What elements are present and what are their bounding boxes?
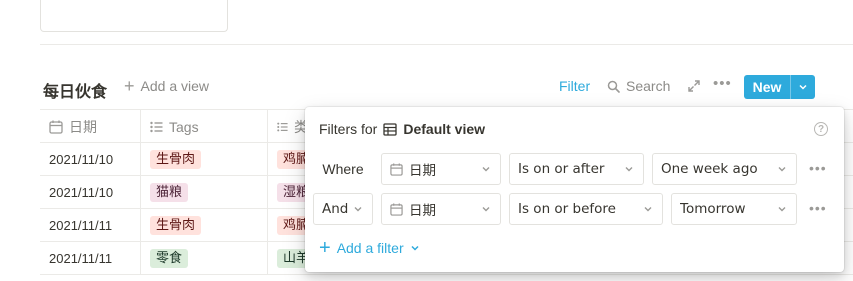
- add-view-label: Add a view: [140, 78, 209, 94]
- type-cell[interactable]: 鸡腩: [268, 209, 308, 241]
- chevron-down-icon: [411, 245, 419, 251]
- tag-badge: 鸡腩: [277, 215, 308, 235]
- calendar-icon: [49, 120, 63, 134]
- filter-condition-value: Is on or after: [518, 161, 605, 177]
- calendar-icon: [390, 202, 403, 216]
- tag-badge: 湿粮: [277, 182, 308, 202]
- search-label: Search: [626, 78, 671, 94]
- top-card: [40, 0, 228, 32]
- tag-badge: 山羊: [277, 248, 308, 268]
- expand-icon[interactable]: [688, 80, 700, 92]
- filter-button[interactable]: Filter: [559, 78, 590, 94]
- column-header-type[interactable]: 类: [268, 110, 308, 143]
- filter-connector-select[interactable]: And: [313, 193, 373, 225]
- search-icon: [607, 80, 620, 93]
- filter-connector-value: And: [322, 201, 349, 217]
- chevron-down-icon: [480, 163, 492, 175]
- date-cell[interactable]: 2021/11/11: [40, 242, 141, 274]
- type-cell[interactable]: 山羊: [268, 242, 308, 274]
- database-title[interactable]: 每日伙食: [43, 78, 107, 102]
- chevron-down-icon: [776, 163, 788, 175]
- tag-badge: 生骨肉: [150, 215, 202, 235]
- new-button[interactable]: New: [744, 75, 815, 99]
- date-cell[interactable]: 2021/11/11: [40, 209, 141, 241]
- help-icon[interactable]: ?: [814, 122, 828, 136]
- tags-cell[interactable]: 零食: [141, 242, 268, 274]
- column-header-tags[interactable]: Tags: [141, 110, 268, 143]
- filter-property-value: 日期: [409, 163, 436, 179]
- filter-condition-value: Is on or before: [518, 201, 616, 217]
- filter-value-value: Tomorrow: [680, 201, 746, 217]
- filter-connector-label: Where: [322, 161, 364, 177]
- view-name: Default view: [403, 121, 486, 137]
- chevron-down-icon: [776, 203, 788, 215]
- filter-condition-select[interactable]: Is on or before: [509, 193, 663, 225]
- add-view-button[interactable]: + Add a view: [124, 77, 209, 95]
- filter-row-more-icon[interactable]: •••: [809, 201, 827, 215]
- popover-title: Filters for Default view: [319, 121, 485, 137]
- date-cell[interactable]: 2021/11/10: [40, 176, 141, 208]
- filter-condition-select[interactable]: Is on or after: [509, 153, 644, 185]
- list-icon: [150, 121, 163, 132]
- more-options-icon[interactable]: •••: [713, 75, 732, 92]
- search-button[interactable]: Search: [607, 78, 670, 94]
- filter-row-more-icon[interactable]: •••: [809, 161, 827, 175]
- filter-value-select[interactable]: One week ago: [652, 153, 797, 185]
- tag-badge: 猫粮: [150, 182, 189, 202]
- filter-property-select[interactable]: 日期: [381, 153, 501, 185]
- filter-property-value: 日期: [409, 203, 436, 219]
- type-cell[interactable]: 湿粮: [268, 176, 308, 208]
- table-view-icon: [383, 122, 397, 136]
- filter-value-value: One week ago: [661, 161, 758, 177]
- column-label: 日期: [69, 118, 97, 135]
- list-icon: [277, 122, 288, 131]
- chevron-down-icon: [642, 203, 654, 215]
- tag-badge: 生骨肉: [150, 149, 202, 169]
- plus-icon: +: [319, 237, 331, 259]
- add-filter-button[interactable]: + Add a filter: [319, 237, 420, 259]
- type-cell[interactable]: 鸡腩: [268, 143, 308, 175]
- tags-cell[interactable]: 猫粮: [141, 176, 268, 208]
- date-cell[interactable]: 2021/11/10: [40, 143, 141, 175]
- filter-property-select[interactable]: 日期: [381, 193, 501, 225]
- chevron-down-icon: [480, 203, 492, 215]
- column-label: Tags: [169, 118, 199, 135]
- tag-badge: 鸡腩: [277, 149, 308, 169]
- tags-cell[interactable]: 生骨肉: [141, 209, 268, 241]
- database-header: 每日伙食 + Add a view Filter Search ••• New: [40, 72, 853, 102]
- divider: [40, 44, 853, 45]
- tag-badge: 零食: [150, 248, 189, 268]
- filter-popover: Filters for Default view ? Where 日期 Is o…: [305, 107, 844, 272]
- tags-cell[interactable]: 生骨肉: [141, 143, 268, 175]
- new-button-label: New: [752, 79, 782, 95]
- chevron-down-icon: [352, 203, 364, 215]
- calendar-icon: [390, 162, 403, 176]
- plus-icon: +: [124, 76, 135, 96]
- popover-title-prefix: Filters for: [319, 121, 378, 137]
- add-filter-label: Add a filter: [336, 240, 404, 256]
- new-dropdown-chevron-icon[interactable]: [791, 82, 815, 92]
- filter-value-select[interactable]: Tomorrow: [671, 193, 797, 225]
- chevron-down-icon: [623, 163, 635, 175]
- column-header-date[interactable]: 日期: [40, 110, 141, 143]
